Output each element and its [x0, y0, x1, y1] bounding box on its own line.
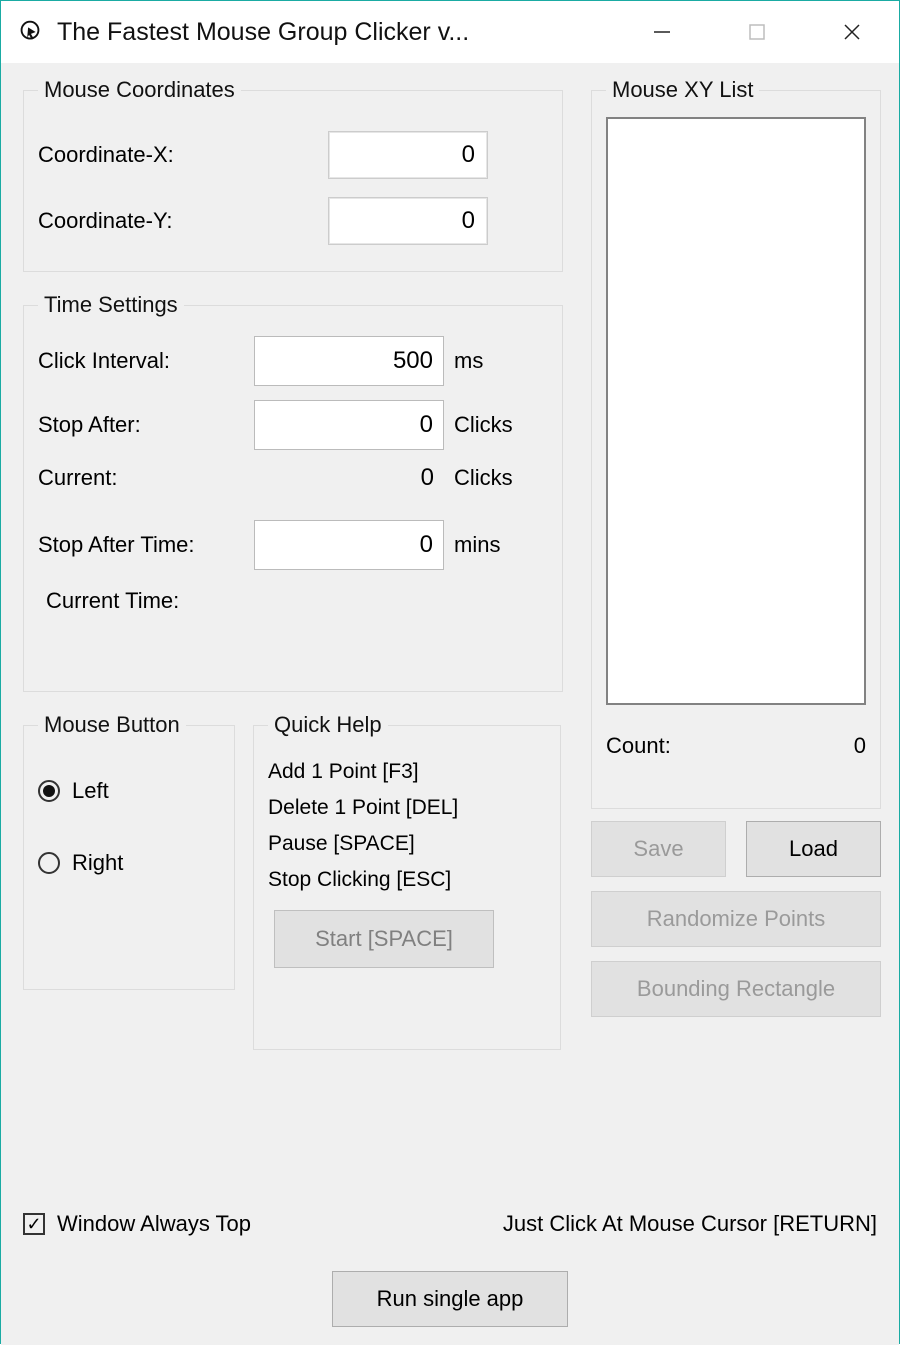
coord-y-label: Coordinate-Y: [38, 208, 328, 234]
click-interval-unit: ms [454, 348, 483, 374]
window-always-top-checkbox[interactable]: ✓ [23, 1213, 45, 1235]
radio-right-label: Right [72, 850, 123, 876]
help-stop: Stop Clicking [ESC] [268, 868, 546, 892]
coord-x-input[interactable]: 0 [328, 131, 488, 179]
radio-left-row[interactable]: Left [38, 778, 220, 804]
mouse-coordinates-group: Mouse Coordinates Coordinate-X: 0 Coordi… [23, 77, 563, 272]
minimize-button[interactable] [614, 1, 709, 63]
time-settings-group: Time Settings Click Interval: ms Stop Af… [23, 292, 563, 692]
mouse-xy-list-group: Mouse XY List Count: 0 [591, 77, 881, 809]
save-button[interactable]: Save [591, 821, 726, 877]
window-always-top-row[interactable]: ✓ Window Always Top [23, 1211, 251, 1237]
radio-left-label: Left [72, 778, 109, 804]
stop-after-time-label: Stop After Time: [38, 532, 254, 558]
mouse-button-group: Mouse Button Left Right [23, 712, 235, 990]
stop-after-input[interactable] [254, 400, 444, 450]
randomize-points-button[interactable]: Randomize Points [591, 891, 881, 947]
app-icon [15, 16, 45, 48]
title-bar: The Fastest Mouse Group Clicker v... [1, 1, 899, 63]
help-pause: Pause [SPACE] [268, 832, 546, 856]
mouse-xy-listbox[interactable] [606, 117, 866, 705]
just-click-label: Just Click At Mouse Cursor [RETURN] [503, 1211, 877, 1237]
mouse-coordinates-legend: Mouse Coordinates [38, 77, 241, 103]
count-value: 0 [854, 733, 866, 759]
current-unit: Clicks [454, 465, 513, 491]
current-label: Current: [38, 465, 254, 491]
load-button[interactable]: Load [746, 821, 881, 877]
quick-help-legend: Quick Help [268, 712, 388, 738]
coord-x-label: Coordinate-X: [38, 142, 328, 168]
radio-left[interactable] [38, 780, 60, 802]
click-interval-input[interactable] [254, 336, 444, 386]
mouse-xy-list-legend: Mouse XY List [606, 77, 759, 103]
coord-y-input[interactable]: 0 [328, 197, 488, 245]
client-area: Mouse Coordinates Coordinate-X: 0 Coordi… [1, 63, 899, 1345]
window-title: The Fastest Mouse Group Clicker v... [57, 18, 469, 47]
bounding-rectangle-button[interactable]: Bounding Rectangle [591, 961, 881, 1017]
stop-after-unit: Clicks [454, 412, 513, 438]
close-button[interactable] [804, 1, 899, 63]
window-always-top-label: Window Always Top [57, 1211, 251, 1237]
run-single-app-button[interactable]: Run single app [332, 1271, 568, 1327]
coord-x-value: 0 [462, 141, 475, 169]
stop-after-time-input[interactable] [254, 520, 444, 570]
count-label: Count: [606, 733, 671, 759]
radio-right-row[interactable]: Right [38, 850, 220, 876]
maximize-button[interactable] [709, 1, 804, 63]
help-delete-point: Delete 1 Point [DEL] [268, 796, 546, 820]
current-time-label: Current Time: [46, 588, 548, 614]
start-button[interactable]: Start [SPACE] [274, 910, 494, 968]
time-settings-legend: Time Settings [38, 292, 184, 318]
stop-after-time-unit: mins [454, 532, 500, 558]
radio-right[interactable] [38, 852, 60, 874]
click-interval-label: Click Interval: [38, 348, 254, 374]
current-value: 0 [254, 464, 444, 492]
quick-help-group: Quick Help Add 1 Point [F3] Delete 1 Poi… [253, 712, 561, 1050]
coord-y-value: 0 [462, 207, 475, 235]
help-add-point: Add 1 Point [F3] [268, 760, 546, 784]
stop-after-label: Stop After: [38, 412, 254, 438]
mouse-button-legend: Mouse Button [38, 712, 186, 738]
